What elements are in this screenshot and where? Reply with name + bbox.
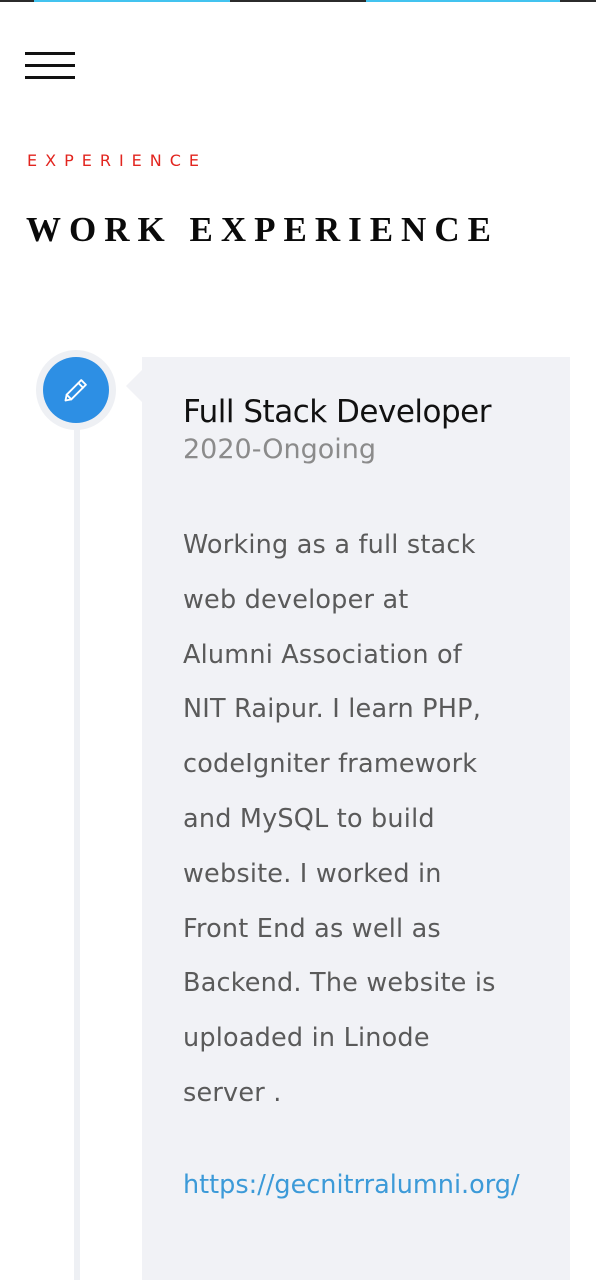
description-line: uploaded in Linode xyxy=(183,1023,430,1054)
description-line: server . xyxy=(183,1078,282,1108)
description-line: NIT Raipur. I learn PHP, xyxy=(183,694,482,725)
job-title: Full Stack Developer xyxy=(183,394,491,430)
hamburger-bar xyxy=(25,64,75,67)
hamburger-bar xyxy=(25,52,75,55)
description-line: web developer at xyxy=(183,584,409,615)
website-link[interactable]: https://gecnitrralumni.org/ xyxy=(183,1170,520,1200)
description-line: Alumni Association of xyxy=(183,639,462,670)
description-line: Working as a full stack xyxy=(183,530,476,560)
pencil-icon xyxy=(43,357,109,423)
top-accent-right xyxy=(366,0,560,2)
card-pointer xyxy=(126,370,142,402)
timeline-line xyxy=(74,400,80,1280)
hamburger-menu-icon[interactable] xyxy=(25,52,75,80)
description-line: Backend. The website is xyxy=(183,968,496,999)
top-accent-left xyxy=(34,0,230,2)
description-line: codeIgniter framework xyxy=(183,749,478,780)
description-line: and MySQL to build xyxy=(183,804,435,834)
section-title: WORK EXPERIENCE xyxy=(26,210,499,249)
hamburger-bar xyxy=(25,76,75,79)
job-period: 2020-Ongoing xyxy=(183,434,376,465)
page: EXPERIENCE WORK EXPERIENCE Full Stack De… xyxy=(0,0,596,1280)
section-eyebrow: EXPERIENCE xyxy=(27,151,208,170)
description-line: website. I worked in xyxy=(183,858,442,889)
description-line: Front End as well as xyxy=(183,913,441,944)
